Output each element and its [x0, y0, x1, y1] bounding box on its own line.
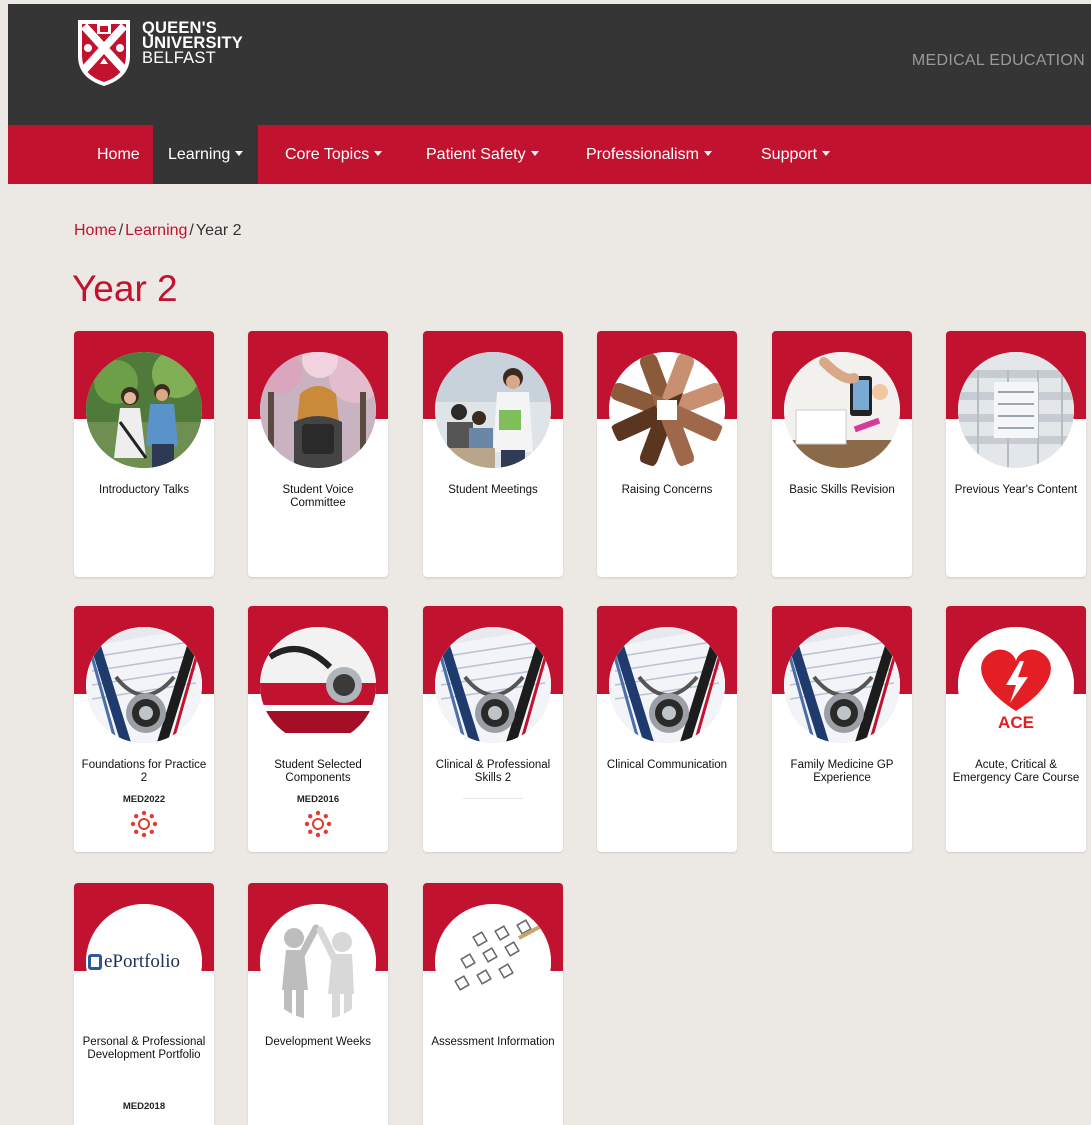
stethoscope-on-notes-photo — [609, 627, 725, 743]
nav-item-patient-safety[interactable]: Patient Safety — [411, 125, 554, 184]
card-introductory-talks[interactable]: Introductory Talks — [74, 331, 214, 577]
student-under-blossom-photo — [260, 352, 376, 468]
card-title: Acute, Critical & Emergency Care Course — [952, 759, 1080, 784]
canvas-lms-icon[interactable] — [304, 810, 332, 838]
card-clinical-professional-skills-2[interactable]: Clinical & Professional Skills 2 — [423, 606, 563, 852]
caret-down-icon — [822, 151, 831, 157]
card-title: Family Medicine GP Experience — [790, 759, 894, 784]
stethoscope-on-notes-photo — [435, 627, 551, 743]
ace-heart-logo: ACE — [958, 627, 1074, 743]
joined-hands-photo — [609, 352, 725, 468]
caret-down-icon — [235, 151, 244, 157]
figures-high-five — [260, 904, 376, 1020]
main-navigation: Home Learning Core Topics Patient Safety… — [8, 125, 1091, 184]
card-title: Raising Concerns — [621, 484, 713, 496]
card-foundations-for-practice-2[interactable]: Foundations for Practice 2 MED2022 — [74, 606, 214, 852]
nav-label: Patient Safety — [426, 146, 526, 163]
card-development-weeks[interactable]: Development Weeks — [248, 883, 388, 1125]
caret-down-icon — [374, 151, 383, 157]
card-title: Personal & Professional Development Port… — [82, 1036, 206, 1061]
breadcrumb-separator: / — [189, 222, 194, 239]
nav-label: Home — [97, 146, 140, 163]
card-raising-concerns[interactable]: Raising Concerns — [597, 331, 737, 577]
card-title: Previous Year's Content — [954, 484, 1078, 496]
nav-label: Core Topics — [285, 146, 370, 163]
divider — [463, 798, 523, 799]
university-crest-icon — [78, 20, 130, 86]
nav-item-home[interactable]: Home — [82, 125, 155, 184]
site-header: QUEEN'S UNIVERSITY BELFAST MEDICAL EDUCA… — [8, 4, 1091, 125]
card-title: Introductory Talks — [99, 484, 189, 496]
nav-label: Support — [761, 146, 818, 163]
university-logo[interactable]: QUEEN'S UNIVERSITY BELFAST — [76, 18, 266, 90]
nav-item-support[interactable]: Support — [746, 125, 845, 184]
students-walking-photo — [86, 352, 202, 468]
stethoscope-on-notes-photo — [86, 627, 202, 743]
library-atrium-photo — [958, 352, 1074, 468]
logo-wordmark: QUEEN'S UNIVERSITY BELFAST — [142, 20, 243, 67]
module-code: MED2018 — [122, 1101, 166, 1112]
canvas-lms-icon[interactable] — [130, 810, 158, 838]
card-title: Basic Skills Revision — [789, 484, 895, 496]
breadcrumb: Home / Learning / Year 2 — [74, 222, 242, 240]
breadcrumb-learning-link[interactable]: Learning — [125, 222, 187, 239]
card-title: Clinical Communication — [606, 759, 728, 771]
nav-item-learning[interactable]: Learning — [153, 125, 259, 184]
stethoscope-on-books-photo — [260, 627, 376, 743]
breadcrumb-current: Year 2 — [195, 222, 242, 239]
ace-logo-text: ACE — [998, 713, 1034, 732]
page-title: Year 2 — [72, 268, 178, 309]
students-in-class-photo — [435, 352, 551, 468]
card-family-medicine-gp-experience[interactable]: Family Medicine GP Experience — [772, 606, 912, 852]
site-title[interactable]: MEDICAL EDUCATION — [912, 52, 1085, 70]
nav-item-professionalism[interactable]: Professionalism — [571, 125, 727, 184]
card-title: Foundations for Practice 2 — [81, 759, 207, 784]
eportfolio-logo-text: ePortfolio — [104, 951, 180, 972]
eportfolio-logo: ePortfolio — [86, 904, 202, 1020]
breadcrumb-home-link[interactable]: Home — [74, 222, 117, 239]
card-title: Clinical & Professional Skills 2 — [435, 759, 551, 784]
card-student-voice-committee[interactable]: Student Voice Committee — [248, 331, 388, 577]
nav-label: Learning — [168, 146, 231, 163]
nav-item-core-topics[interactable]: Core Topics — [270, 125, 397, 184]
card-acute-critical-emergency-care[interactable]: ACE Acute, Critical & Emergency Care Cou… — [946, 606, 1086, 852]
nav-label: Professionalism — [586, 146, 699, 163]
breadcrumb-separator: / — [118, 222, 124, 239]
desk-with-phone-photo — [784, 352, 900, 468]
answer-sheet-photo — [435, 904, 551, 1020]
card-basic-skills-revision[interactable]: Basic Skills Revision — [772, 331, 912, 577]
card-title: Student Selected Components — [274, 759, 362, 784]
card-title: Student Voice Committee — [282, 484, 354, 509]
card-title: Development Weeks — [265, 1036, 371, 1048]
card-student-meetings[interactable]: Student Meetings — [423, 331, 563, 577]
caret-down-icon — [703, 151, 712, 157]
card-clinical-communication[interactable]: Clinical Communication — [597, 606, 737, 852]
logo-line-3: BELFAST — [142, 49, 216, 67]
card-previous-years-content[interactable]: Previous Year's Content — [946, 331, 1086, 577]
card-title: Assessment Information — [431, 1036, 555, 1048]
module-code: MED2022 — [122, 794, 166, 805]
card-assessment-information[interactable]: Assessment Information — [423, 883, 563, 1125]
card-student-selected-components[interactable]: Student Selected Components MED2016 — [248, 606, 388, 852]
card-title: Student Meetings — [448, 484, 538, 496]
stethoscope-on-notes-photo — [784, 627, 900, 743]
module-code: MED2016 — [296, 794, 340, 805]
card-personal-professional-development-portfolio[interactable]: ePortfolio Personal & Professional Devel… — [74, 883, 214, 1125]
caret-down-icon — [530, 151, 539, 157]
